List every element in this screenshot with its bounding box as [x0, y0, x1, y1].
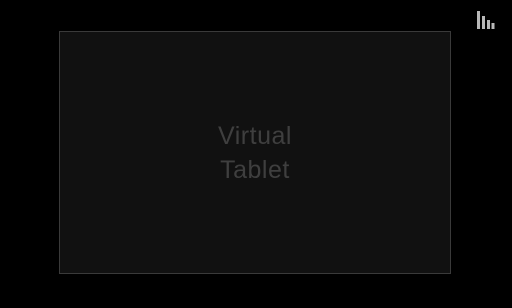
tablet-label-line1: Virtual	[218, 121, 292, 150]
tablet-label: Virtual Tablet	[218, 119, 292, 187]
virtual-tablet-area[interactable]: Virtual Tablet	[59, 31, 451, 274]
bar-chart-icon	[477, 11, 495, 29]
tablet-label-line2: Tablet	[220, 155, 290, 184]
stats-button[interactable]	[474, 10, 496, 30]
app-screen: Virtual Tablet	[0, 0, 512, 308]
